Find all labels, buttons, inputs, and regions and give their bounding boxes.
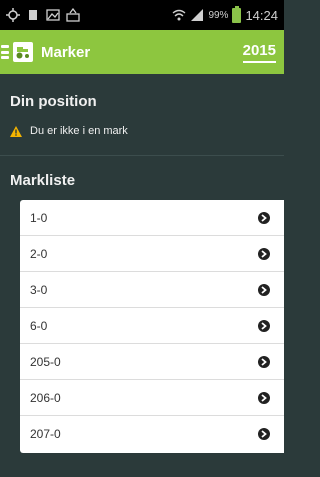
warning-icon	[10, 125, 22, 137]
wifi-icon	[172, 9, 186, 21]
status-bar: 99% 14:24	[0, 0, 284, 30]
signal-icon	[191, 9, 204, 21]
field-list-item[interactable]: 206-0	[20, 380, 284, 416]
field-label: 206-0	[30, 390, 61, 405]
year-selector[interactable]: 2015	[242, 42, 276, 63]
menu-icon[interactable]	[1, 45, 9, 59]
chevron-right-icon	[258, 428, 270, 440]
tractor-logo-icon[interactable]	[13, 42, 33, 62]
field-label: 6-0	[30, 318, 48, 333]
position-heading: Din position	[10, 93, 97, 110]
field-list-item[interactable]: 3-0	[20, 272, 284, 308]
field-label: 1-0	[30, 210, 48, 225]
upload-icon	[66, 8, 80, 22]
chevron-right-icon	[258, 391, 270, 404]
image-icon	[46, 9, 60, 21]
field-list-item[interactable]: 207-0	[20, 416, 284, 452]
position-status: Du er ikke i en mark	[10, 125, 128, 137]
field-list-item[interactable]: 205-0	[20, 344, 284, 380]
chevron-right-icon	[258, 283, 270, 296]
field-label: 205-0	[30, 354, 61, 369]
battery-icon	[232, 5, 242, 23]
field-list-item[interactable]: 2-0	[20, 236, 284, 272]
field-list-item[interactable]: 6-0	[20, 308, 284, 344]
field-list-heading: Markliste	[10, 172, 76, 189]
field-list: 1-0 2-0 3-0 6-0 205-0 206-0 207-0	[20, 200, 284, 453]
field-label: 207-0	[30, 427, 61, 441]
page-title: Marker	[41, 43, 91, 61]
battery-percent: 99%	[208, 9, 229, 21]
app-bar: Marker 2015	[0, 30, 284, 74]
field-label: 2-0	[30, 246, 48, 261]
position-status-text: Du er ikke i en mark	[30, 125, 128, 137]
field-list-item[interactable]: 1-0	[20, 200, 284, 236]
chevron-right-icon	[258, 319, 270, 332]
clock: 14:24	[245, 7, 278, 23]
system-icons: 99% 14:24	[172, 5, 278, 23]
field-label: 3-0	[30, 282, 48, 297]
sd-card-icon	[29, 10, 37, 20]
chevron-right-icon	[258, 211, 270, 224]
notification-icons	[6, 8, 80, 22]
chevron-right-icon	[258, 355, 270, 368]
location-icon	[6, 8, 20, 22]
chevron-right-icon	[258, 247, 270, 260]
section-divider	[0, 155, 284, 156]
